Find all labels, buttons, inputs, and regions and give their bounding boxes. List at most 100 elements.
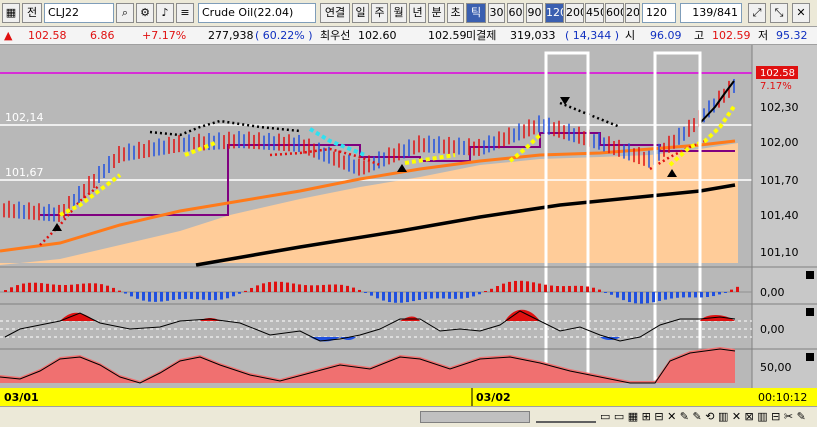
menu-icon[interactable]: ≡ [176, 3, 194, 23]
macd-bar [244, 290, 247, 292]
macd-bar [388, 292, 391, 303]
macd-bar [346, 285, 349, 292]
stoch-panel-toggle-icon[interactable] [806, 353, 814, 361]
macd-bar [196, 292, 199, 300]
macd-bar [424, 292, 427, 300]
macd-axis-label: 0,00 [760, 286, 785, 299]
macd-bar [670, 292, 673, 299]
interval-450[interactable]: 450 [585, 3, 604, 23]
macd-bar [724, 292, 727, 293]
quote-bar: ▲ 102.58 6.86 +7.17% 277,938 ( 60.22% ) … [0, 27, 817, 45]
type-selector[interactable]: 전 [22, 3, 42, 23]
osc-panel-toggle-icon[interactable] [806, 308, 814, 316]
period-button-week[interactable]: 주 [371, 3, 388, 23]
macd-bar [310, 285, 313, 292]
macd-bar [586, 286, 589, 292]
macd-bar [466, 292, 469, 298]
macd-bar [400, 292, 403, 303]
period-button-year[interactable]: 년 [409, 3, 426, 23]
period-button-second[interactable]: 초 [447, 3, 464, 23]
high-price: 102.59 [712, 29, 751, 42]
period-button-minute[interactable]: 분 [428, 3, 445, 23]
interval-60[interactable]: 60 [507, 3, 524, 23]
toolbar: ▦ 전 CLJ22 ⌕ ⚙ ♪ ≡ Crude Oil(22.04) 연결 일 … [0, 0, 817, 27]
price: 102.58 [28, 29, 67, 42]
interval-select[interactable]: 120 [642, 3, 676, 23]
period-button-month[interactable]: 월 [390, 3, 407, 23]
chart-area[interactable]: 102,14 101,67 102.58 7.17% 102,30 102,00… [0, 45, 817, 406]
macd-bar [328, 284, 331, 292]
close-icon[interactable]: ✕ [792, 3, 810, 23]
macd-bar [22, 283, 25, 292]
horizontal-scrollbar[interactable] [420, 411, 530, 423]
period-button-tick[interactable]: 틱 [466, 3, 486, 23]
bottom-toolbar: ▭ ▭ ▦ ⊞ ⊟ ✕ ✎ ✎ ⟲ ▥ ✕ ⊠ ▥ ⊟ ✂ ✎ [0, 406, 817, 427]
zoom-slider[interactable] [536, 411, 596, 423]
price-axis-background [752, 45, 817, 406]
macd-bar [136, 292, 139, 299]
macd-bar [46, 283, 49, 292]
macd-bar [730, 289, 733, 292]
period-button-day[interactable]: 일 [352, 3, 369, 23]
macd-bar [688, 292, 691, 298]
change-pct: +7.17% [142, 29, 187, 42]
open-price: 96.09 [650, 29, 682, 42]
macd-bar [382, 292, 385, 301]
macd-bar [64, 284, 67, 292]
macd-bar [718, 292, 721, 295]
tool-icons[interactable]: ▭ ▭ ▦ ⊞ ⊟ ✕ ✎ ✎ ⟲ ▥ ✕ ⊠ ▥ ⊟ ✂ ✎ [600, 410, 806, 423]
macd-bar [304, 285, 307, 292]
compress-icon[interactable]: ⤡ [770, 3, 788, 23]
high-label: 고 [694, 29, 705, 42]
macd-bar [370, 292, 373, 296]
interval-20[interactable]: 20 [625, 3, 640, 23]
interval-600[interactable]: 600 [605, 3, 624, 23]
expand-icon[interactable]: ⤢ [748, 3, 766, 23]
macd-bar [682, 292, 685, 298]
period-button-link[interactable]: 연결 [320, 3, 350, 23]
interval-30[interactable]: 30 [488, 3, 505, 23]
macd-bar [274, 281, 277, 292]
volume-ratio: ( 60.22% ) [255, 29, 313, 42]
macd-bar [394, 292, 397, 303]
macd-bar [286, 282, 289, 292]
price-tick-2: 102,00 [760, 136, 799, 149]
macd-bar [4, 290, 7, 292]
code-input[interactable]: CLJ22 [44, 3, 114, 23]
grid-icon[interactable]: ▦ [2, 3, 20, 23]
interval-90[interactable]: 90 [526, 3, 543, 23]
macd-bar [472, 292, 475, 297]
best-bid: 102.59 [428, 29, 467, 42]
sound-icon[interactable]: ♪ [156, 3, 174, 23]
macd-bar [412, 292, 415, 302]
macd-bar [538, 283, 541, 292]
macd-bar [268, 282, 271, 292]
macd-bar [664, 292, 667, 300]
instrument-input[interactable]: Crude Oil(22.04) [198, 3, 316, 23]
stoch-axis-label: 50,00 [760, 361, 792, 374]
macd-bar [562, 286, 565, 292]
time-label: 00:10:12 [758, 391, 807, 404]
interval-200[interactable]: 200 [565, 3, 584, 23]
macd-bar [580, 285, 583, 292]
macd-bar [496, 286, 499, 292]
macd-bar [226, 292, 229, 299]
macd-bar [172, 292, 175, 300]
macd-bar [148, 292, 151, 302]
macd-bar [478, 292, 481, 295]
macd-bar [376, 292, 379, 299]
left-label-1: 102,14 [5, 111, 44, 124]
open-interest-change: ( 14,344 ) [565, 29, 620, 42]
search-icon[interactable]: ⌕ [116, 3, 134, 23]
macd-bar [610, 292, 613, 295]
macd-bar [16, 285, 19, 292]
price-tick-5: 101,10 [760, 246, 799, 259]
macd-bar [94, 283, 97, 292]
macd-bar [160, 292, 163, 302]
macd-panel-toggle-icon[interactable] [806, 271, 814, 279]
price-tick-4: 101,40 [760, 209, 799, 222]
macd-bar [250, 287, 253, 292]
settings-icon[interactable]: ⚙ [136, 3, 154, 23]
interval-120[interactable]: 120 [545, 3, 564, 23]
macd-bar [280, 281, 283, 292]
